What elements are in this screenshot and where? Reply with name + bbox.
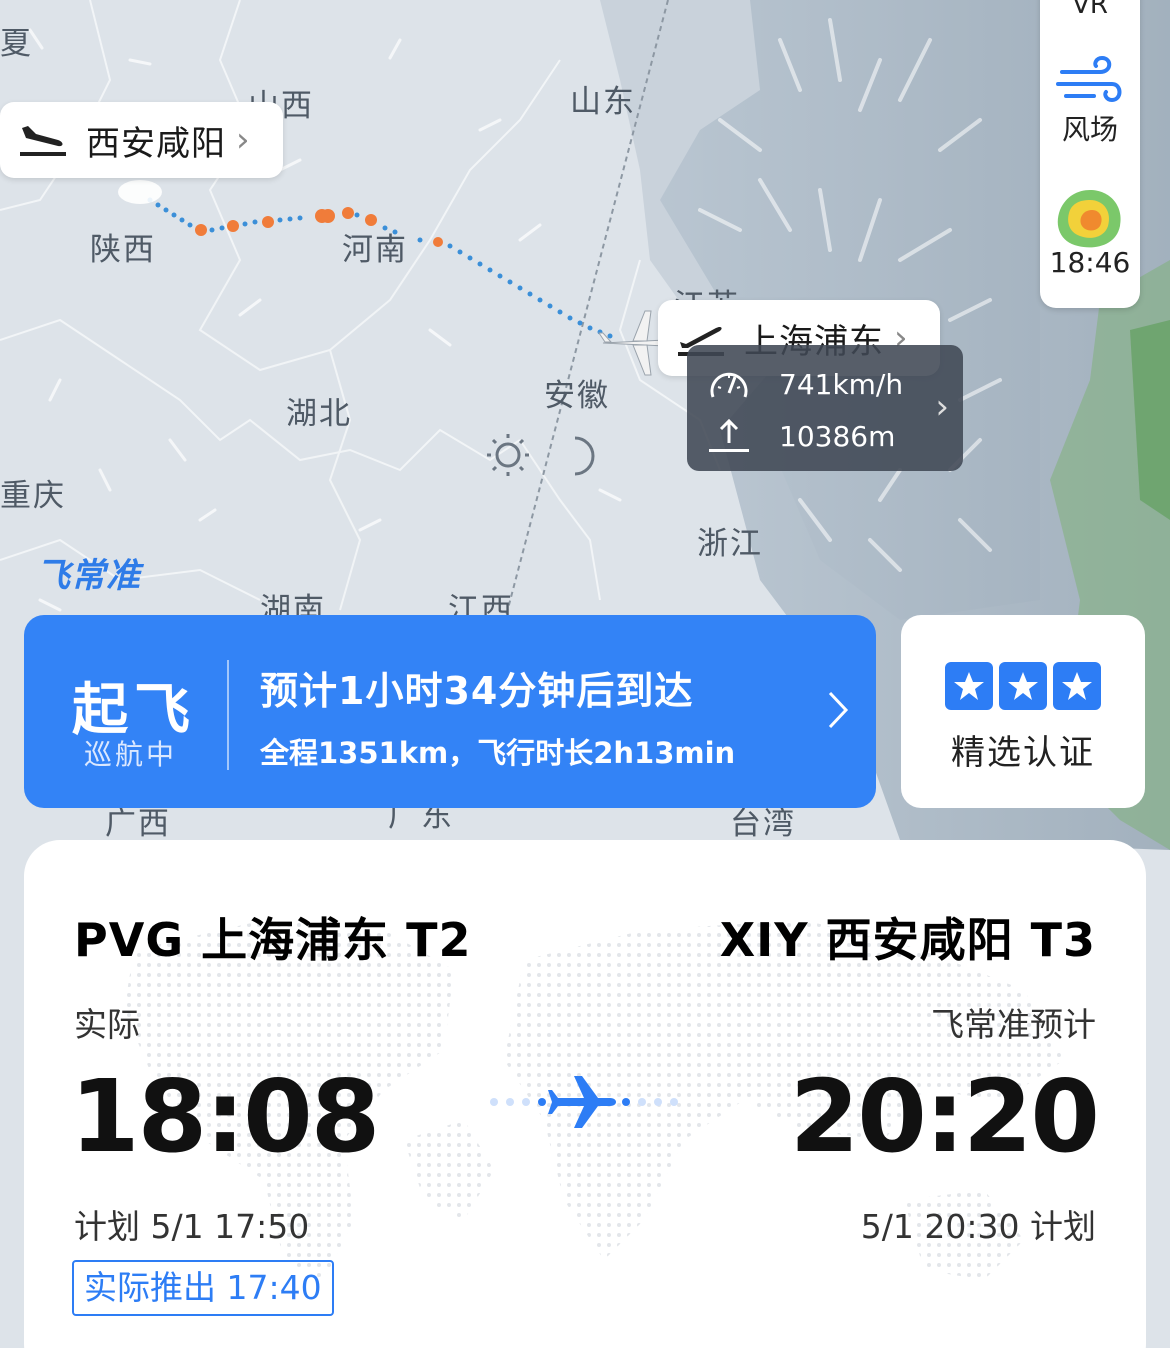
certification-card[interactable]: 精选认证 — [901, 615, 1145, 808]
speed-value: 741km/h — [779, 367, 904, 401]
status-sub-label: 巡航中 — [84, 738, 178, 771]
eta-text: 预计1小时34分钟后到达 — [260, 669, 694, 713]
arrival-airport-name: XIY 西安咸阳 T3 — [719, 913, 1096, 967]
airport-bubble-xian[interactable]: 西安咸阳 › — [0, 102, 283, 178]
flight-status-card[interactable]: 起飞 巡航中 预计1小时34分钟后到达 全程1351km，飞行时长2h13min — [24, 615, 876, 808]
certification-label: 精选认证 — [951, 733, 1095, 773]
distance-duration-text: 全程1351km，飞行时长2h13min — [260, 736, 736, 770]
radar-time-label[interactable]: 18:46 — [1040, 246, 1140, 279]
chevron-right-icon — [828, 691, 849, 729]
departure-time-kind: 实际 — [74, 1005, 140, 1044]
star-icon — [999, 662, 1047, 710]
speedometer-icon — [710, 372, 748, 398]
province-label: 安徽 — [544, 378, 610, 414]
province-label: 湖北 — [286, 396, 352, 432]
map-tools-panel: VR 风场 18:46 — [1040, 0, 1140, 308]
brand-watermark: 飞常准 — [36, 556, 141, 596]
flight-telemetry-panel[interactable]: 741km/h 10386m › — [687, 345, 963, 471]
wind-field-label[interactable]: 风场 — [1040, 108, 1140, 148]
star-rating — [945, 662, 1101, 710]
pushback-time-badge: 实际推出 17:40 — [72, 1260, 334, 1316]
divider — [227, 660, 229, 770]
province-label: 河南 — [342, 232, 408, 268]
wind-icon[interactable] — [1056, 54, 1124, 110]
vr-button[interactable]: VR — [1040, 0, 1140, 20]
province-label: 重庆 — [0, 478, 66, 514]
star-icon — [945, 662, 993, 710]
province-label: 夏 — [0, 26, 33, 62]
flight-detail-card: PVG 上海浦东 T2 XIY 西安咸阳 T3 实际 飞常准预计 18:08 2… — [24, 840, 1146, 1348]
route-plane-icon — [490, 1076, 678, 1128]
landing-icon — [20, 126, 66, 156]
province-label: 陕西 — [90, 232, 156, 268]
radar-icon[interactable] — [1054, 188, 1126, 252]
departure-planned-time: 计划 5/1 17:50 — [74, 1207, 310, 1246]
departure-airport-name: PVG 上海浦东 T2 — [74, 913, 472, 967]
arrival-planned-time: 5/1 20:30 计划 — [860, 1207, 1096, 1246]
arrival-time: 20:20 — [789, 1058, 1100, 1175]
province-label: 浙江 — [697, 526, 763, 562]
arrival-time-kind: 飞常准预计 — [931, 1005, 1096, 1044]
province-label: 山东 — [570, 84, 636, 120]
airport-bubble-label: 西安咸阳 — [86, 123, 226, 164]
departure-time: 18:08 — [70, 1058, 380, 1175]
star-icon — [1053, 662, 1101, 710]
altitude-icon — [709, 418, 749, 452]
altitude-value: 10386m — [779, 419, 896, 453]
chevron-right-icon: › — [935, 387, 949, 427]
chevron-right-icon: › — [236, 120, 250, 160]
